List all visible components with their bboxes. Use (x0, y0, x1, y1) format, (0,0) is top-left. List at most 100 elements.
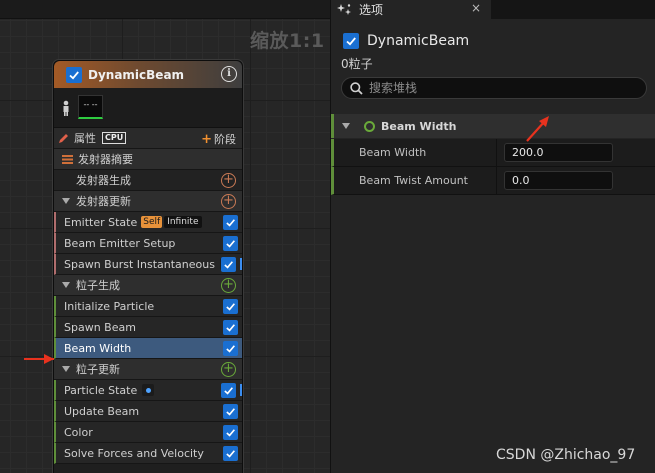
close-icon[interactable]: × (471, 1, 481, 15)
module-enable-checkbox[interactable] (221, 383, 236, 398)
infinite-badge: Infinite (164, 216, 202, 228)
watermark: CSDN @Zhichao_97 (496, 447, 636, 463)
module-enable-checkbox[interactable] (223, 299, 238, 314)
checkmark-icon (226, 303, 235, 311)
collapse-arrow-icon[interactable] (62, 282, 70, 288)
dot-indicator-icon (142, 384, 155, 396)
module-enable-checkbox[interactable] (223, 320, 238, 335)
node-enable-checkbox[interactable] (66, 66, 82, 83)
stage-label: 阶段 (214, 133, 236, 146)
module-enable-checkbox[interactable] (223, 446, 238, 461)
red-arrow-icon (24, 354, 54, 364)
properties-label: 属性 (74, 132, 96, 145)
module-beam-emitter-setup[interactable]: Beam Emitter Setup (54, 233, 242, 254)
column-divider[interactable] (496, 139, 497, 167)
collapse-arrow-icon[interactable] (62, 366, 70, 372)
column-divider[interactable] (496, 167, 497, 195)
details-panel: 选项 × DynamicBeam 0粒子 Beam Width Beam Wid… (330, 0, 655, 473)
list-icon (62, 154, 73, 164)
module-initialize-particle[interactable]: Initialize Particle (54, 296, 242, 317)
info-icon[interactable]: i (221, 66, 237, 82)
beam-twist-amount-input[interactable] (504, 171, 613, 190)
category-label: Beam Width (381, 119, 457, 133)
module-spawn-burst-instantaneous[interactable]: Spawn Burst Instantaneous (54, 254, 242, 275)
module-enable-checkbox[interactable] (223, 425, 238, 440)
category-header-beam-width[interactable]: Beam Width (331, 114, 655, 138)
module-color[interactable]: Color (54, 422, 242, 443)
tab-label: 选项 (359, 3, 384, 17)
self-badge: Self (141, 216, 163, 228)
module-particle-state[interactable]: Particle State (54, 380, 242, 401)
checkmark-icon (226, 324, 235, 332)
emitter-spawn-row[interactable]: 发射器生成 + (54, 170, 242, 191)
module-enable-checkbox[interactable] (223, 215, 238, 230)
sparkle-icon (337, 3, 351, 15)
checkmark-icon (226, 408, 235, 416)
emitter-update-header[interactable]: 发射器更新 + (54, 191, 242, 212)
module-update-beam[interactable]: Update Beam (54, 401, 242, 422)
collapse-arrow-icon[interactable] (342, 123, 350, 129)
add-emitter-update-module-icon[interactable]: + (221, 194, 236, 209)
search-icon (350, 81, 363, 95)
module-emitter-state[interactable]: Emitter State Self Infinite (54, 212, 242, 233)
emitter-update-label: 发射器更新 (76, 195, 131, 208)
collapse-arrow-icon[interactable] (62, 198, 70, 204)
pencil-icon (59, 134, 68, 143)
tab-options[interactable]: 选项 × (331, 0, 491, 19)
module-enable-checkbox[interactable] (223, 404, 238, 419)
cpu-badge: CPU (102, 132, 127, 144)
properties-row[interactable]: 属性 CPU + 阶段 (54, 128, 242, 149)
particle-spawn-label: 粒子生成 (76, 279, 120, 292)
property-label: Beam Twist Amount (359, 174, 468, 187)
module-enable-checkbox[interactable] (223, 341, 238, 356)
module-label: Color (64, 425, 93, 439)
particle-spawn-header[interactable]: 粒子生成 + (54, 275, 242, 296)
red-arrow-icon (526, 116, 549, 142)
module-label: Beam Emitter Setup (64, 236, 176, 250)
module-label: Update Beam (64, 404, 140, 418)
module-enable-checkbox[interactable] (223, 236, 238, 251)
particle-update-label: 粒子更新 (76, 363, 120, 376)
emitter-enable-checkbox[interactable] (343, 33, 359, 49)
checkmark-icon (226, 219, 235, 227)
module-label: Spawn Burst Instantaneous (64, 257, 215, 271)
checkmark-icon (346, 37, 356, 46)
node-header[interactable]: DynamicBeam i (54, 61, 242, 88)
module-label: Particle State (64, 383, 138, 397)
beam-width-input[interactable] (504, 143, 613, 162)
add-particle-update-module-icon[interactable]: + (221, 362, 236, 377)
plus-icon: + (201, 132, 212, 147)
add-particle-spawn-module-icon[interactable]: + (221, 278, 236, 293)
panel-tabbar: 选项 × (331, 0, 655, 19)
add-emitter-spawn-module-icon[interactable]: + (221, 173, 236, 188)
emitter-summary-row[interactable]: 发射器摘要 (54, 149, 242, 170)
property-row-beam-twist-amount: Beam Twist Amount (331, 167, 655, 195)
emitter-thumbnail[interactable]: -- -- (78, 95, 103, 119)
module-beam-width[interactable]: Beam Width (54, 338, 242, 359)
graph-toolbar (0, 0, 330, 19)
graph-canvas[interactable]: 缩放1:1 DynamicBeam i -- -- 属性 CPU + 阶段 发射… (0, 0, 330, 473)
module-color-strip (240, 384, 242, 396)
search-box[interactable] (341, 77, 647, 99)
module-label: Initialize Particle (64, 299, 155, 313)
module-label: Beam Width (64, 341, 132, 355)
module-solve-forces-and-velocity[interactable]: Solve Forces and Velocity (54, 443, 242, 464)
checkmark-icon (224, 261, 233, 269)
checkmark-icon (224, 387, 233, 395)
module-spawn-beam[interactable]: Spawn Beam (54, 317, 242, 338)
particle-update-header[interactable]: 粒子更新 + (54, 359, 242, 380)
module-label: Emitter State (64, 215, 138, 229)
node-thumbnail-row: -- -- (54, 88, 242, 128)
panel-title: DynamicBeam (367, 33, 470, 49)
checkmark-icon (226, 240, 235, 248)
add-stage-button[interactable]: + 阶段 (201, 131, 236, 147)
emitter-node[interactable]: DynamicBeam i -- -- 属性 CPU + 阶段 发射器摘要 发射器… (53, 60, 243, 473)
particle-count: 0粒子 (341, 57, 373, 71)
module-color-strip (240, 258, 242, 270)
panel-emitter-header: DynamicBeam (343, 33, 469, 49)
property-label: Beam Width (359, 146, 427, 159)
search-input[interactable] (369, 81, 629, 95)
emitter-summary-label: 发射器摘要 (78, 153, 133, 166)
module-enable-checkbox[interactable] (221, 257, 236, 272)
checkmark-icon (226, 450, 235, 458)
